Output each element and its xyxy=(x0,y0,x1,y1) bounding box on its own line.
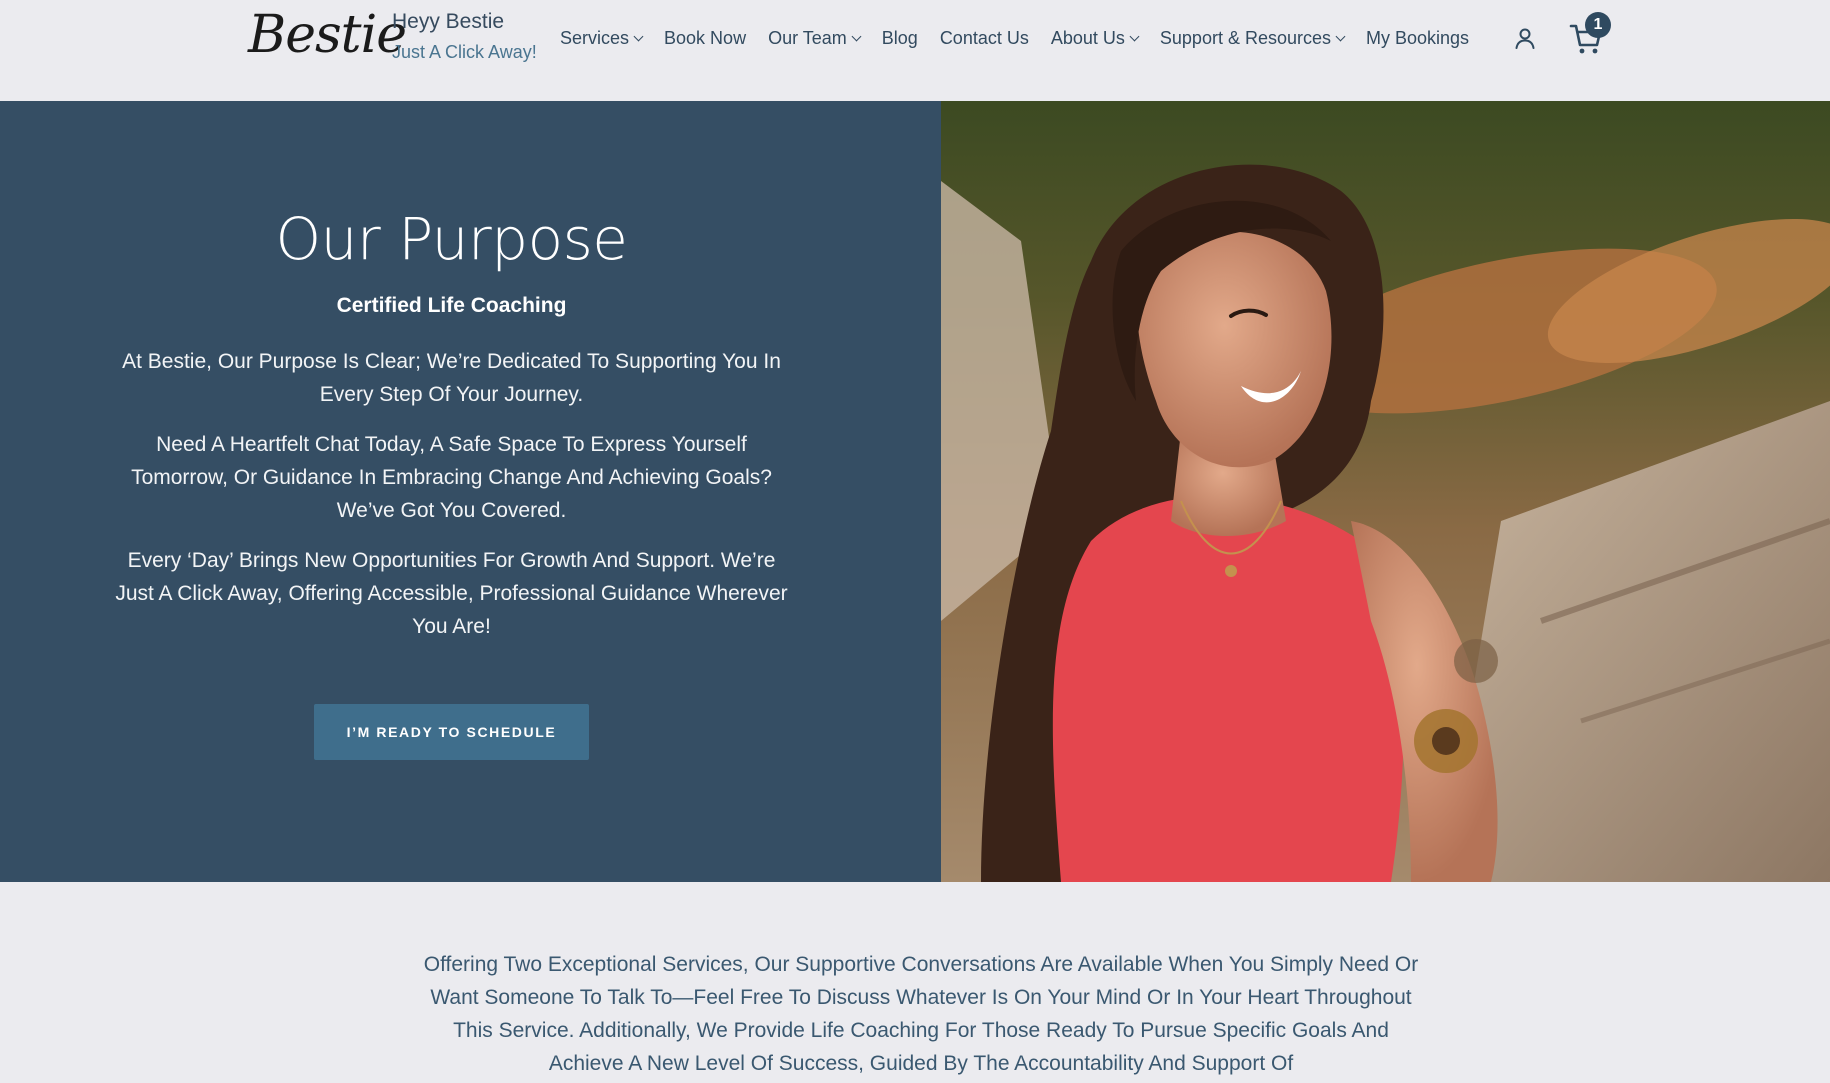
nav-item-services[interactable]: Services xyxy=(560,27,644,49)
hero-photo xyxy=(941,101,1830,882)
nav-item-my-bookings[interactable]: My Bookings xyxy=(1366,28,1469,49)
site-tagline: Just A Click Away! xyxy=(392,42,537,62)
services-intro-text: Offering Two Exceptional Services, Our S… xyxy=(423,953,1419,1075)
schedule-button[interactable]: I’M READY TO SCHEDULE xyxy=(314,704,589,760)
nav-item-label: Blog xyxy=(881,27,918,48)
hero-heading: Our Purpose xyxy=(275,205,628,273)
chevron-down-icon xyxy=(851,31,862,41)
nav-item-label: Services xyxy=(560,27,630,48)
nav-item-blog[interactable]: Blog xyxy=(882,28,918,49)
nav-item-book-now[interactable]: Book Now xyxy=(664,28,746,49)
cart-count-badge: 1 xyxy=(1585,12,1611,38)
hero-paragraph: Every ‘Day’ Brings New Opportunities For… xyxy=(115,549,788,638)
chevron-down-icon xyxy=(1335,31,1346,41)
hero-subheading: Certified Life Coaching xyxy=(336,294,567,317)
user-icon[interactable] xyxy=(1514,27,1536,49)
nav-item-about-us[interactable]: About Us xyxy=(1050,27,1140,49)
hero-paragraph: At Bestie, Our Purpose Is Clear; We’re D… xyxy=(122,350,781,406)
nav-item-label: Support & Resources xyxy=(1159,27,1331,48)
nav-item-label: About Us xyxy=(1050,27,1125,48)
nav-item-label: Contact Us xyxy=(939,27,1029,48)
chevron-down-icon xyxy=(1129,31,1140,41)
nav-item-contact-us[interactable]: Contact Us xyxy=(940,28,1029,49)
nav-item-our-team[interactable]: Our Team xyxy=(768,27,862,49)
chevron-down-icon xyxy=(633,31,644,41)
nav-item-label: Our Team xyxy=(768,27,847,48)
nav-item-label: Book Now xyxy=(664,27,747,48)
smiling-woman-photo xyxy=(941,101,1830,882)
nav-item-label: My Bookings xyxy=(1366,27,1470,48)
site-title[interactable]: Heyy Bestie xyxy=(392,9,504,35)
site-logo[interactable]: Bestie xyxy=(248,2,407,68)
site-header: Bestie Heyy Bestie Just A Click Away! Se… xyxy=(0,0,1830,101)
hero-panel: Our Purpose Certified Life Coaching At B… xyxy=(0,101,941,882)
nav-item-support-resources[interactable]: Support & Resources xyxy=(1159,27,1346,49)
main-navigation: Services Book Now Our Team Blog Contact … xyxy=(560,24,1491,52)
hero-paragraph: Need A Heartfelt Chat Today, A Safe Spac… xyxy=(131,433,772,522)
